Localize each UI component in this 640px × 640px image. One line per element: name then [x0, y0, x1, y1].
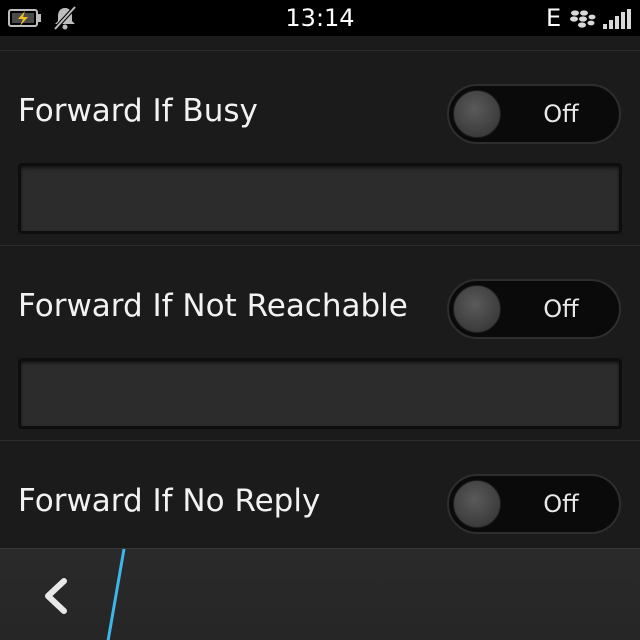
setting-forward-if-no-reply: Forward If No Reply Off [0, 441, 640, 548]
network-type-indicator: E [546, 4, 562, 32]
setting-label: Forward If Not Reachable [18, 288, 408, 324]
chevron-left-icon [45, 578, 67, 614]
signal-icon [603, 9, 631, 29]
toggle-knob[interactable] [453, 90, 501, 138]
forward-if-busy-toggle[interactable]: Off [447, 84, 621, 144]
back-separator-accent [106, 549, 126, 640]
status-bar: 13:14 E [0, 0, 640, 36]
setting-forward-if-busy: Forward If Busy Off [0, 51, 640, 246]
action-bar [0, 548, 640, 640]
call-forwarding-settings: Forward If Busy Off Forward If Not Reach… [0, 36, 640, 548]
blackberry-icon [570, 10, 596, 28]
setting-label: Forward If Busy [18, 93, 258, 129]
toggle-state-label: Off [543, 100, 579, 128]
forward-if-busy-number-input[interactable] [18, 163, 622, 234]
setting-forward-if-not-reachable: Forward If Not Reachable Off [0, 246, 640, 441]
forward-if-not-reachable-toggle[interactable]: Off [447, 279, 621, 339]
forward-if-not-reachable-number-input[interactable] [18, 358, 622, 429]
back-button[interactable] [0, 549, 112, 640]
toggle-knob[interactable] [453, 285, 501, 333]
forward-if-no-reply-toggle[interactable]: Off [447, 474, 621, 534]
status-time: 13:14 [285, 4, 355, 32]
toggle-state-label: Off [543, 295, 579, 323]
toggle-knob[interactable] [453, 480, 501, 528]
toggle-state-label: Off [543, 490, 579, 518]
setting-label: Forward If No Reply [18, 483, 321, 519]
